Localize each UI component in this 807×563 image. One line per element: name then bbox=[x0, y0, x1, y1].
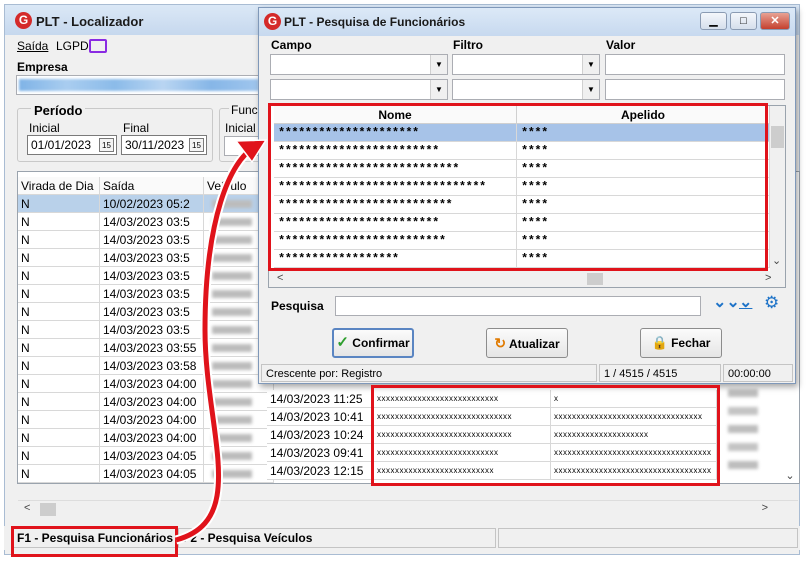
annotation-arrow bbox=[174, 139, 268, 545]
